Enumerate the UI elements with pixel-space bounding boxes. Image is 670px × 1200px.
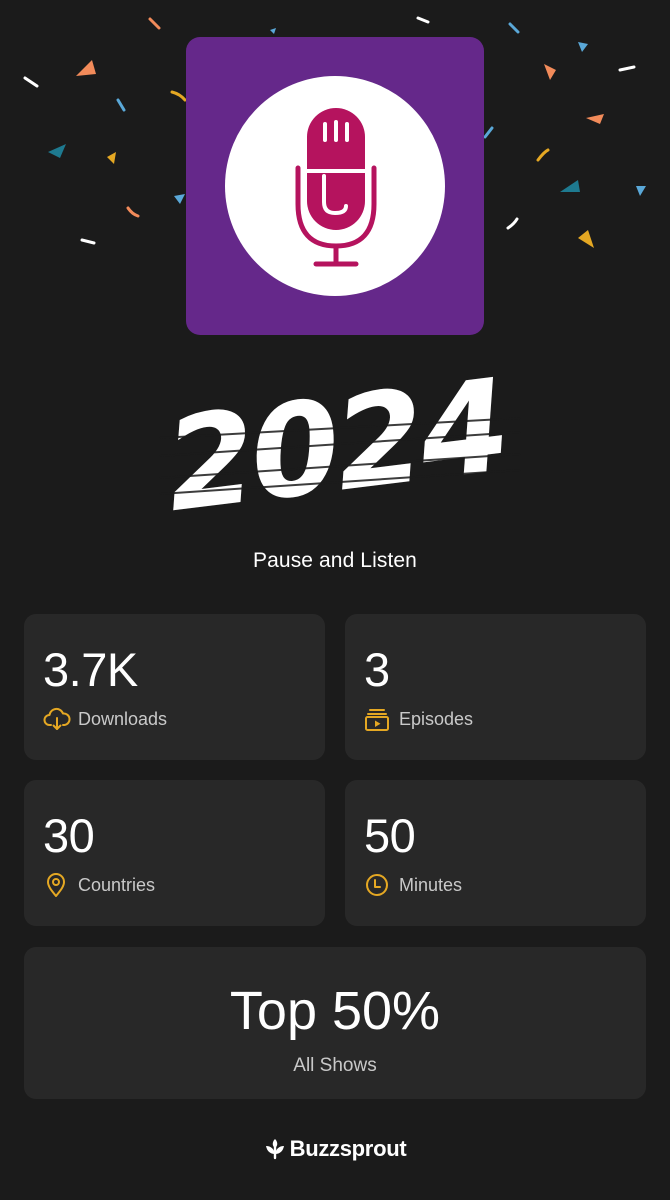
microphone-icon (295, 108, 377, 267)
brand-name: Buzzsprout (289, 1136, 407, 1161)
episodes-icon (364, 706, 390, 732)
stat-value: 30 (43, 809, 95, 862)
artwork-circle (225, 76, 445, 296)
ranking-card: Top 50% All Shows (24, 947, 646, 1099)
stat-value: 50 (364, 809, 416, 862)
year-text: 2024 (158, 360, 514, 520)
stat-card-minutes: 50 Minutes (345, 780, 646, 926)
ranking-label: All Shows (293, 1055, 377, 1076)
footer-brand: Buzzsprout (0, 1134, 670, 1164)
stat-card-countries: 30 Countries (24, 780, 325, 926)
cloud-download-icon (43, 706, 71, 732)
location-pin-icon (43, 872, 69, 898)
year-banner: 2024 (130, 360, 540, 520)
podcast-artwork (186, 37, 484, 335)
stat-value: 3.7K (43, 643, 138, 696)
buzzsprout-logo-icon (264, 1138, 286, 1160)
stat-label: Countries (78, 874, 156, 895)
stat-label: Downloads (78, 708, 168, 729)
ranking-value: Top 50% (229, 981, 441, 1041)
stat-value: 3 (364, 643, 390, 696)
stat-card-episodes: 3 Episodes (345, 614, 646, 760)
clock-icon (364, 872, 390, 898)
stat-label: Minutes (399, 874, 463, 895)
stat-label: Episodes (399, 708, 474, 729)
stat-card-downloads: 3.7K Downloads (24, 614, 325, 760)
show-title: Pause and Listen (253, 549, 417, 572)
